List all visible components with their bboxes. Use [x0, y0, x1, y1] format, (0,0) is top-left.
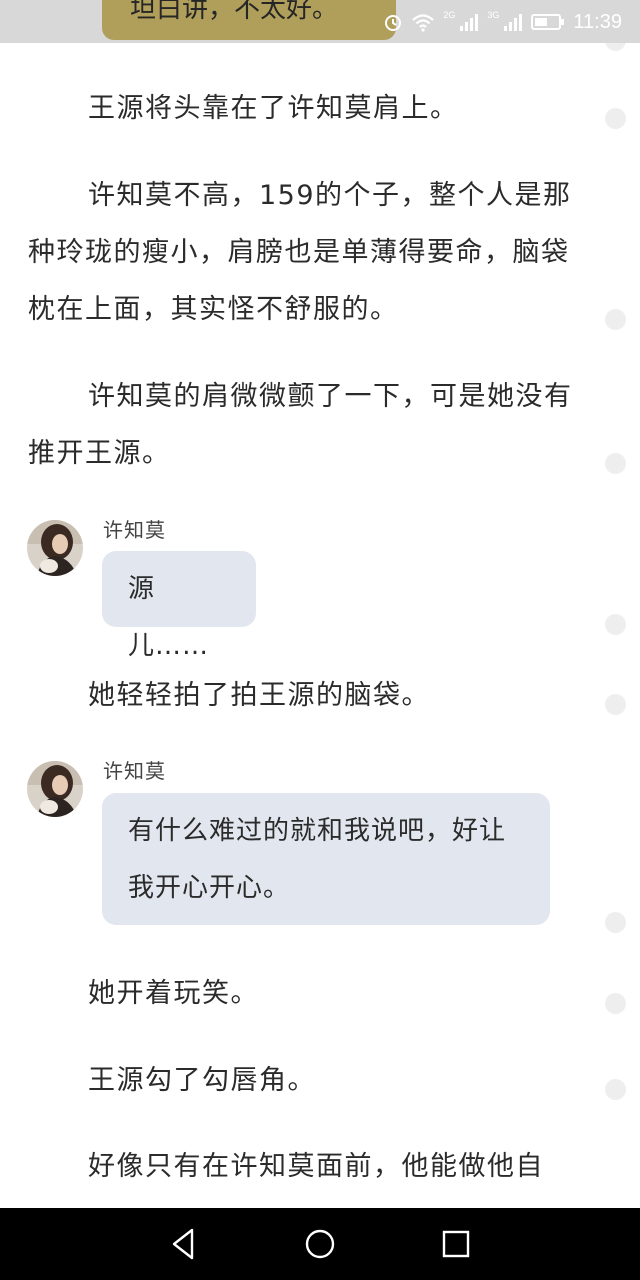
alarm-icon — [385, 15, 402, 31]
story-paragraph-7: 好像只有在许知莫面前，他能做他自 — [88, 1151, 544, 1182]
chat-bubble: 有什么难过的就和我说吧，好让我开心开心。 — [102, 793, 550, 925]
paragraph-comment-dot[interactable] — [605, 614, 626, 635]
avatar[interactable] — [27, 520, 83, 576]
chat-message: 源儿…… — [128, 574, 210, 661]
avatar-image — [27, 520, 83, 576]
paragraph-comment-dot[interactable] — [605, 1079, 626, 1100]
story-paragraph-4: 她轻轻拍了拍王源的脑袋。 — [88, 680, 430, 711]
home-button[interactable] — [300, 1224, 340, 1264]
story-paragraph-5: 她开着玩笑。 — [88, 978, 259, 1009]
wifi-icon — [412, 14, 435, 32]
avatar-image — [27, 761, 83, 817]
clock-time: 11:39 — [573, 10, 622, 33]
back-button[interactable] — [164, 1224, 204, 1264]
recents-button[interactable] — [436, 1224, 476, 1264]
top-chat-bubble: 坦白讲，不太好。 — [102, 0, 396, 40]
story-paragraph-1: 王源将头靠在了许知莫肩上。 — [88, 93, 459, 124]
chat-bubble: 源儿…… — [102, 551, 256, 661]
paragraph-comment-dot[interactable] — [605, 694, 626, 715]
battery-icon — [531, 14, 565, 30]
chat-message: 有什么难过的就和我说吧，好让我开心开心。 — [128, 816, 507, 903]
paragraph-comment-dot[interactable] — [605, 993, 626, 1014]
circle-home-icon — [305, 1229, 335, 1259]
top-bubble-text: 坦白讲，不太好。 — [130, 0, 339, 24]
signal-icon-1 — [460, 14, 479, 31]
network-type-label-1: 2G — [443, 10, 456, 20]
story-paragraph-2: 许知莫不高，159的个子，整个人是那种玲珑的瘦小，肩膀也是单薄得要命，脑袋枕在上… — [28, 180, 572, 325]
triangle-back-icon — [172, 1228, 194, 1260]
signal-icon-2 — [504, 14, 523, 31]
paragraph-comment-dot[interactable] — [605, 912, 626, 933]
status-icons: 2G 3G 11:39 — [383, 8, 622, 36]
network-type-label-2: 3G — [487, 10, 500, 20]
paragraph-comment-dot[interactable] — [605, 453, 626, 474]
square-recents-icon — [442, 1230, 470, 1258]
story-paragraph-6: 王源勾了勾唇角。 — [88, 1065, 316, 1096]
navigation-bar — [0, 1208, 640, 1280]
avatar[interactable] — [27, 761, 83, 817]
speaker-name: 许知莫 — [103, 518, 166, 542]
speaker-name: 许知莫 — [103, 759, 166, 783]
story-paragraph-3: 许知莫的肩微微颤了一下，可是她没有推开王源。 — [28, 381, 573, 469]
paragraph-comment-dot[interactable] — [605, 309, 626, 330]
paragraph-comment-dot[interactable] — [605, 108, 626, 129]
